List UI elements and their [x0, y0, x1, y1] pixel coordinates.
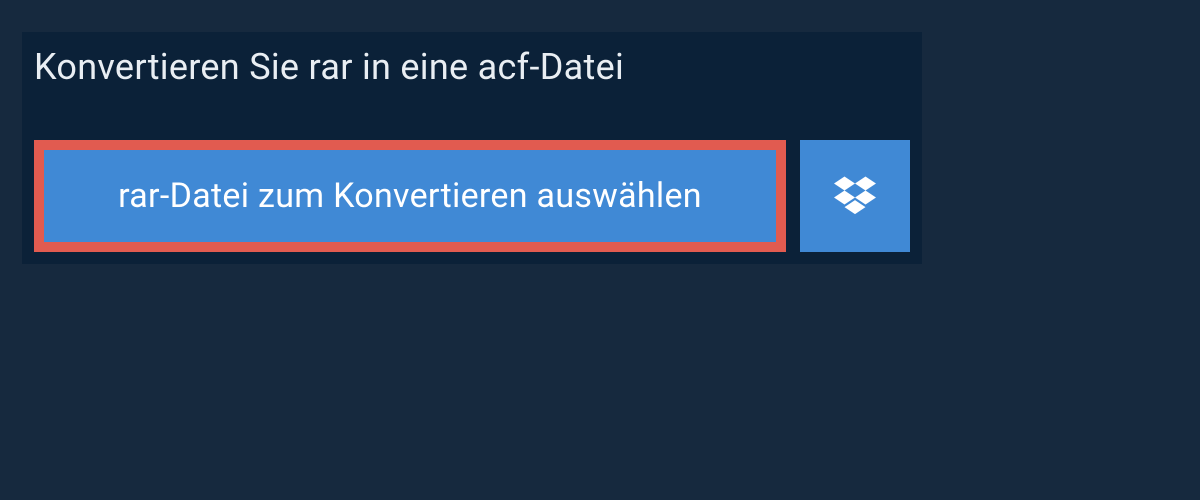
upload-row: rar-Datei zum Konvertieren auswählen — [22, 128, 922, 264]
dropbox-icon — [834, 173, 876, 219]
select-file-label: rar-Datei zum Konvertieren auswählen — [118, 176, 702, 216]
page-title: Konvertieren Sie rar in eine acf-Datei — [22, 32, 648, 104]
converter-panel: Konvertieren Sie rar in eine acf-Datei r… — [22, 32, 922, 264]
dropbox-button[interactable] — [800, 140, 910, 252]
select-file-button[interactable]: rar-Datei zum Konvertieren auswählen — [34, 140, 786, 252]
